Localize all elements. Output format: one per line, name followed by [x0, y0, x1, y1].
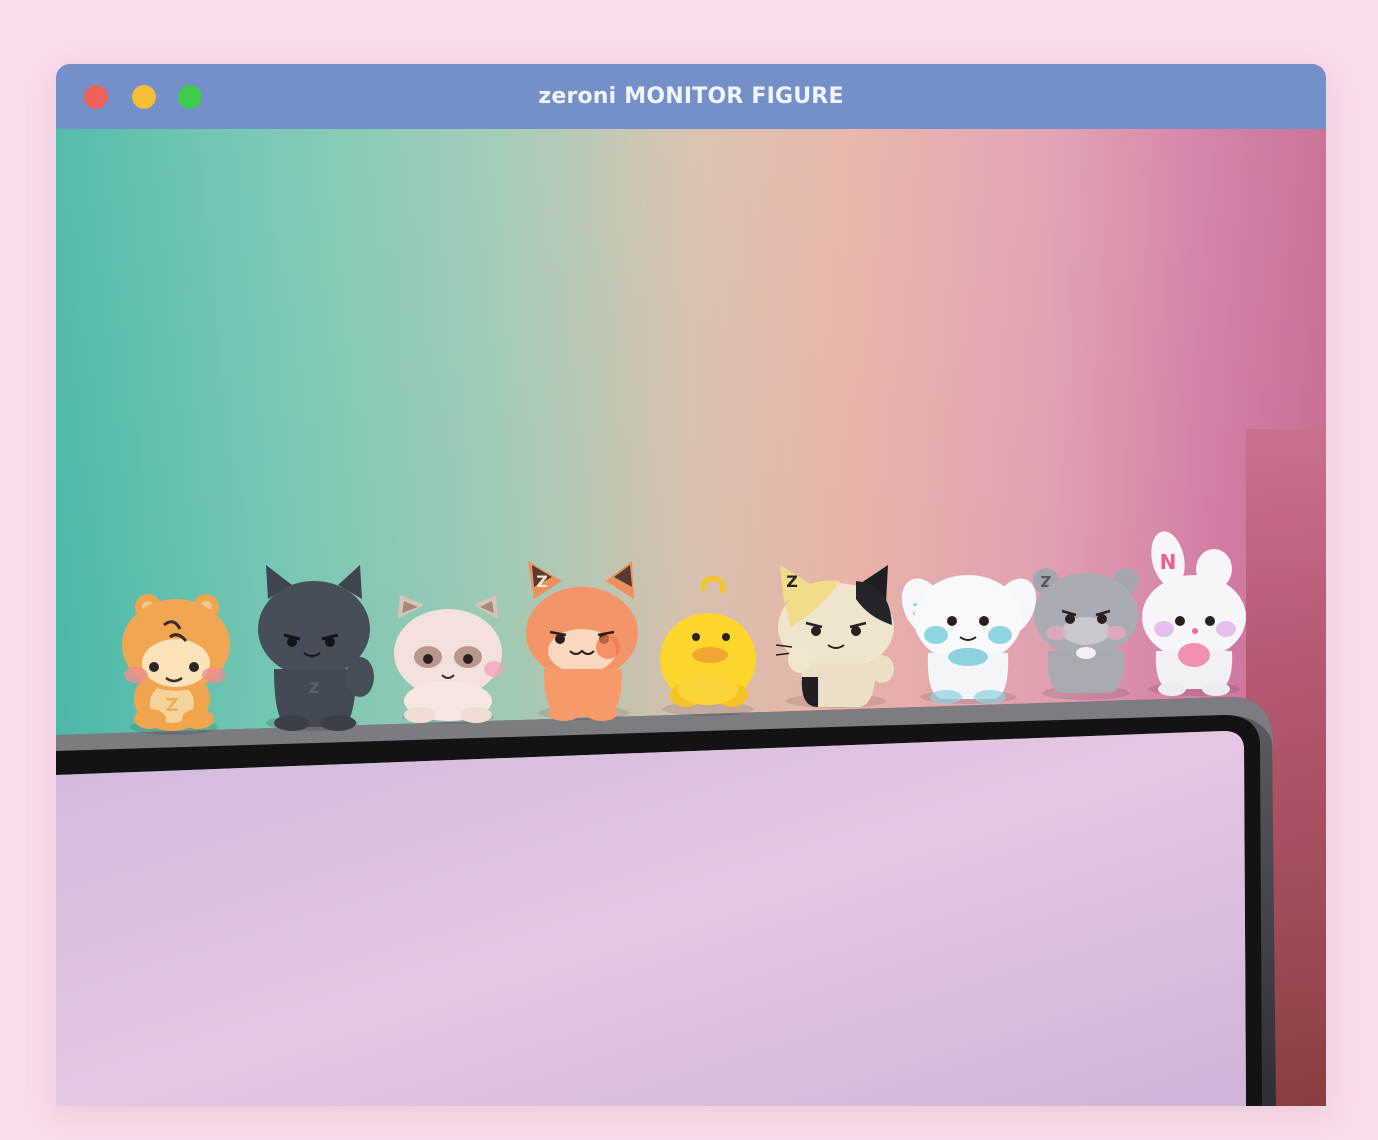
svg-text:Z: Z [165, 695, 178, 716]
svg-text:Z: Z [536, 572, 548, 591]
figures-photo: Z Z Z Z Z N [56, 129, 1326, 1106]
title-bar[interactable]: zeroni MONITOR FIGURE [56, 64, 1326, 129]
app-window: zeroni MONITOR FIGURE Z Z Z Z Z N [56, 64, 1326, 1106]
svg-text:Z: Z [309, 681, 319, 697]
svg-text:N: N [1160, 550, 1177, 574]
window-title: zeroni MONITOR FIGURE [538, 84, 844, 109]
svg-text:Z: Z [786, 572, 798, 591]
